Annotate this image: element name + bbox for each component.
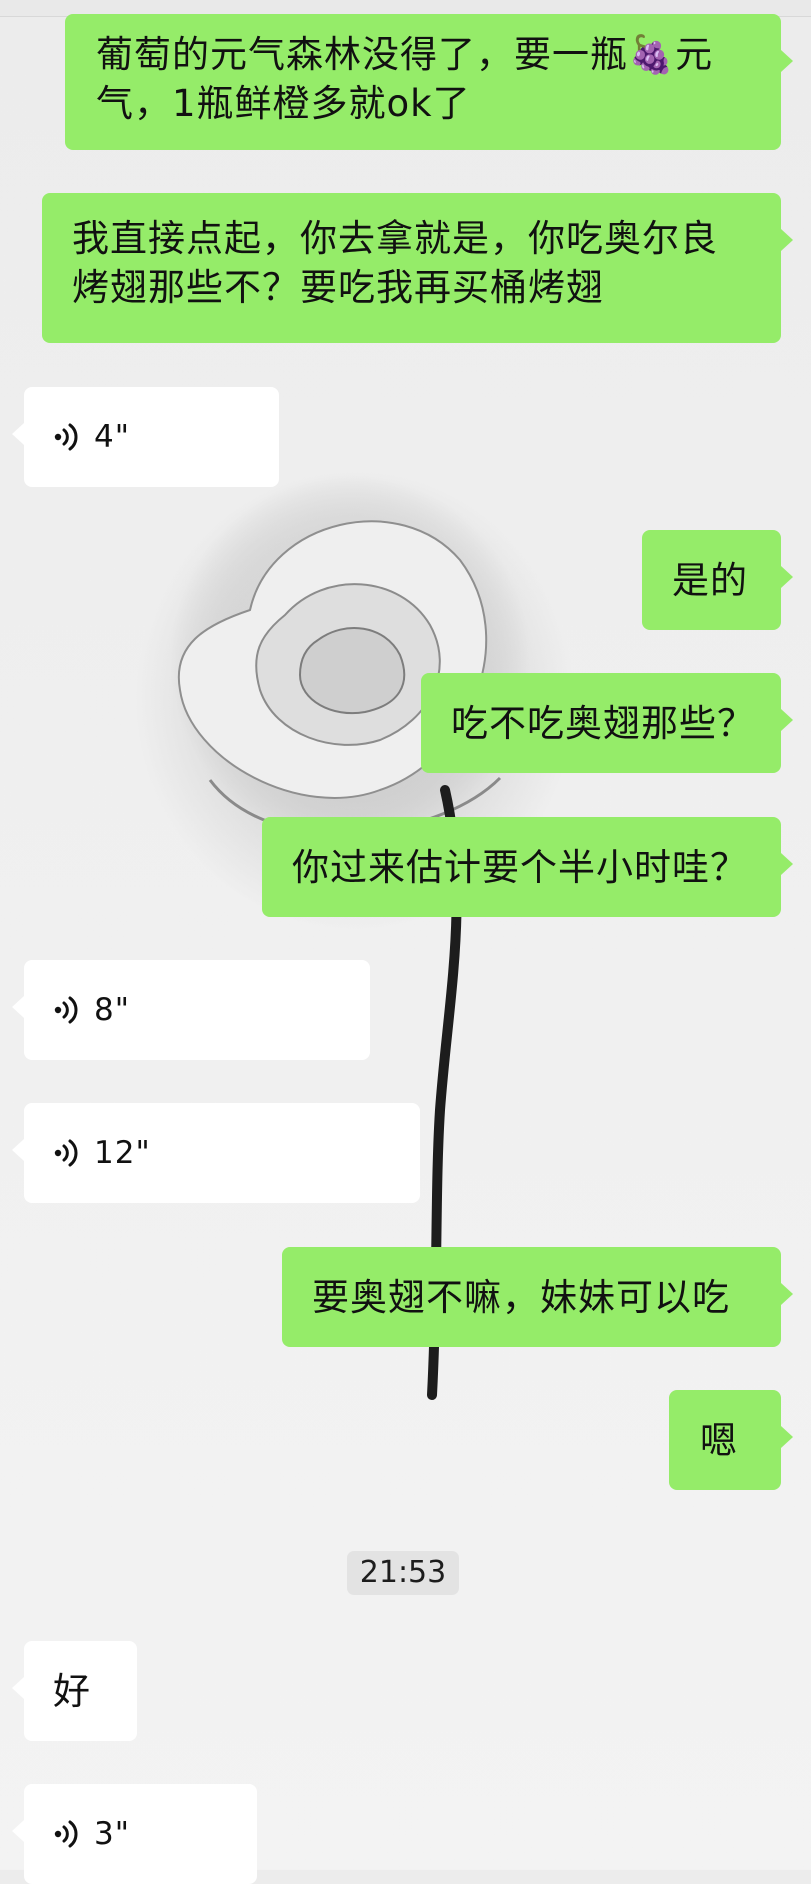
incoming-message-1[interactable]: 好 bbox=[12, 1641, 137, 1741]
voice-wave-icon bbox=[54, 1139, 78, 1167]
voice-duration: 4" bbox=[94, 418, 130, 455]
message-text: 要奥翅不嘛，妹妹可以吃 bbox=[312, 1276, 730, 1319]
message-text: 你过来估计要个半小时哇？ bbox=[292, 846, 748, 889]
incoming-voice-message-4[interactable]: 3" bbox=[12, 1784, 257, 1884]
voice-wave-icon bbox=[54, 1820, 78, 1848]
chat-timestamp: 21:53 bbox=[347, 1551, 459, 1595]
message-text: 我直接点起，你去拿就是，你吃奥尔良烤翅那些不？要吃我再买桶烤翅 bbox=[72, 217, 718, 309]
outgoing-message-7[interactable]: 嗯 bbox=[669, 1390, 793, 1490]
message-text: 是的 bbox=[672, 559, 748, 602]
outgoing-message-5[interactable]: 你过来估计要个半小时哇？ bbox=[262, 817, 793, 917]
message-text: 好 bbox=[53, 1670, 91, 1713]
voice-duration: 8" bbox=[94, 991, 130, 1028]
voice-wave-icon bbox=[54, 423, 78, 451]
outgoing-message-6[interactable]: 要奥翅不嘛，妹妹可以吃 bbox=[282, 1247, 793, 1347]
voice-message-content: 3" bbox=[24, 1784, 257, 1884]
message-text: 葡萄的元气森林没得了，要一瓶🍇元气，1瓶鲜橙多就ok了 bbox=[96, 33, 714, 125]
incoming-voice-message-2[interactable]: 8" bbox=[12, 960, 370, 1060]
outgoing-message-4[interactable]: 吃不吃奥翅那些？ bbox=[421, 673, 793, 773]
incoming-voice-message-1[interactable]: 4" bbox=[12, 387, 279, 487]
outgoing-message-1[interactable]: 葡萄的元气森林没得了，要一瓶🍇元气，1瓶鲜橙多就ok了 bbox=[65, 14, 793, 150]
incoming-voice-message-3[interactable]: 12" bbox=[12, 1103, 420, 1203]
voice-duration: 3" bbox=[94, 1815, 130, 1852]
outgoing-message-3[interactable]: 是的 bbox=[642, 530, 793, 630]
voice-message-content: 12" bbox=[24, 1103, 420, 1203]
outgoing-message-2[interactable]: 我直接点起，你去拿就是，你吃奥尔良烤翅那些不？要吃我再买桶烤翅 bbox=[42, 193, 793, 343]
voice-message-content: 8" bbox=[24, 960, 370, 1060]
voice-message-content: 4" bbox=[24, 387, 279, 487]
message-text: 嗯 bbox=[700, 1419, 738, 1462]
voice-wave-icon bbox=[54, 996, 78, 1024]
voice-duration: 12" bbox=[94, 1134, 151, 1171]
message-text: 吃不吃奥翅那些？ bbox=[451, 702, 755, 745]
